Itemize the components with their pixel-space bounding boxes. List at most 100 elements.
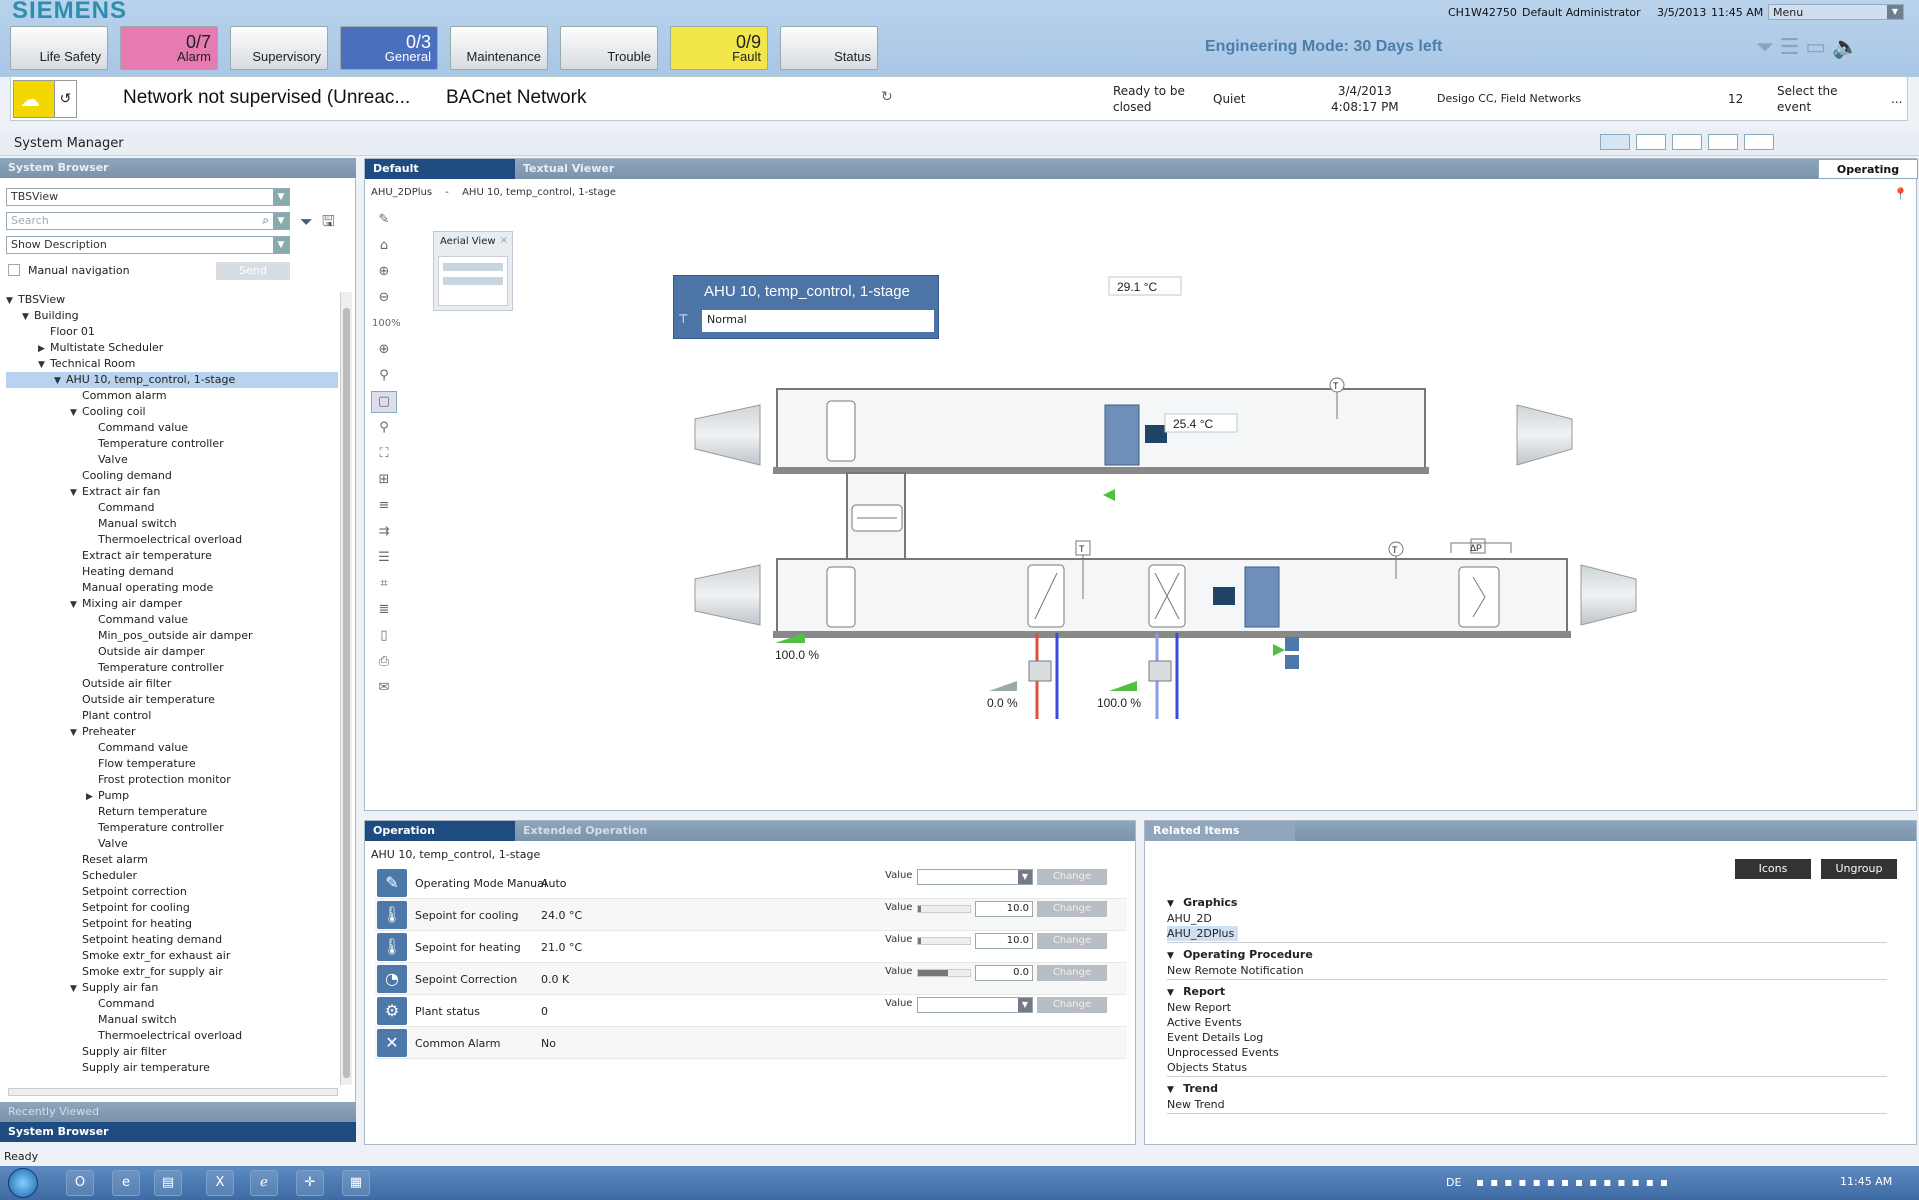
expanded-icon[interactable]: ▼ [1167,899,1177,909]
network-app-icon[interactable]: ✛ [296,1170,324,1196]
filter-icon[interactable]: ⏷ [300,212,313,232]
tray-icon[interactable]: ▪ [1589,1175,1603,1189]
layout-4-icon[interactable] [1708,134,1738,150]
tree-node[interactable]: Supply air filter [6,1044,338,1060]
tree-node[interactable]: ▼ Extract air fan [6,484,338,500]
heating-valve[interactable] [1028,660,1052,682]
tray-icon[interactable]: ▪ [1646,1175,1660,1189]
tree-node[interactable]: Plant control [6,708,338,724]
tree-node[interactable]: Common alarm [6,388,338,404]
value-select[interactable]: ▼ [917,869,1033,885]
manual-navigation-checkbox[interactable] [8,264,20,276]
tree-node[interactable]: Temperature controller [6,820,338,836]
value-slider-thumb[interactable] [918,970,948,976]
tree-node[interactable]: Extract air temperature [6,548,338,564]
category-button[interactable]: Supervisory [230,26,328,70]
tree-node[interactable]: Reset alarm [6,852,338,868]
description-select[interactable]: Show Description ▼ [6,236,290,254]
tree-node[interactable]: Command [6,500,338,516]
tree-node[interactable]: Outside air temperature [6,692,338,708]
related-item[interactable]: AHU_2D [1167,911,1907,926]
event-more-button[interactable]: ... [1891,91,1902,107]
excel-icon[interactable]: X [206,1170,234,1196]
tree-node[interactable]: Flow temperature [6,756,338,772]
category-button[interactable]: 0/7 Alarm [120,26,218,70]
outlook-icon[interactable]: O [66,1170,94,1196]
tree-node[interactable]: Valve [6,452,338,468]
tree-node[interactable]: Heating demand [6,564,338,580]
expanded-icon[interactable]: ▼ [70,597,82,613]
event-category-icon[interactable]: ☁ ↺ [13,80,77,118]
change-button[interactable]: Change [1037,997,1107,1013]
layout-3-icon[interactable] [1672,134,1702,150]
expanded-icon[interactable]: ▼ [70,485,82,501]
related-group-header[interactable]: ▼ Trend [1167,1081,1907,1097]
value-input[interactable]: 10.0 [975,933,1033,949]
supply-air-filter[interactable] [1458,566,1500,628]
value-slider[interactable] [917,937,971,945]
explorer-icon[interactable]: ▤ [154,1170,182,1196]
expanded-icon[interactable]: ▼ [70,725,82,741]
ungroup-button[interactable]: Ungroup [1821,859,1897,879]
change-button[interactable]: Change [1037,869,1107,885]
tray-icon[interactable]: ▪ [1603,1175,1617,1189]
tree-node[interactable]: Frost protection monitor [6,772,338,788]
related-item[interactable]: Objects Status [1167,1060,1907,1075]
browser-icon[interactable]: e [112,1170,140,1196]
related-group-header[interactable]: ▼ Operating Procedure [1167,947,1907,963]
change-button[interactable]: Change [1037,933,1107,949]
tree-node[interactable]: ▶ Multistate Scheduler [6,340,338,356]
tree-node[interactable]: Command value [6,612,338,628]
layout-2-icon[interactable] [1636,134,1666,150]
value-slider[interactable] [917,905,971,913]
start-button[interactable] [8,1168,38,1198]
fan-edit-icon[interactable] [1285,655,1299,669]
list-icon[interactable]: ☰ [1780,35,1806,60]
tree-node[interactable]: Cooling demand [6,468,338,484]
tree-node[interactable]: Manual switch [6,516,338,532]
tree-node[interactable]: Temperature controller [6,436,338,452]
related-item[interactable]: Active Events [1167,1015,1907,1030]
category-button[interactable]: 0/9 Fault [670,26,768,70]
tree-node[interactable]: Manual switch [6,1012,338,1028]
close-icon[interactable]: ✕ [377,1029,407,1057]
tray-icon[interactable]: ▪ [1533,1175,1547,1189]
tray-icon[interactable]: ▪ [1660,1175,1674,1189]
tree-node[interactable]: ▼ AHU 10, temp_control, 1-stage [6,372,338,388]
tray-icon[interactable]: ▪ [1575,1175,1589,1189]
expanded-icon[interactable]: ▼ [1167,988,1177,998]
tray-icon[interactable]: ▪ [1490,1175,1504,1189]
desigo-app-icon[interactable]: ▦ [342,1170,370,1196]
language-indicator[interactable]: DE [1446,1176,1461,1189]
tree-node[interactable]: Command [6,996,338,1012]
category-button[interactable]: Trouble [560,26,658,70]
tree-node[interactable]: Setpoint for heating [6,916,338,932]
tree-node[interactable]: Command value [6,740,338,756]
category-button[interactable]: 0/3 General [340,26,438,70]
layout-5-icon[interactable] [1744,134,1774,150]
tray-icon[interactable]: ▪ [1632,1175,1646,1189]
value-slider-thumb[interactable] [918,906,921,912]
related-item[interactable]: New Report [1167,1000,1907,1015]
expanded-icon[interactable]: ▼ [70,981,82,997]
expanded-icon[interactable]: ▼ [1167,1085,1177,1095]
thermometer-icon[interactable]: 🌡 [377,901,407,929]
exhaust-air-damper[interactable] [826,400,856,462]
save-icon[interactable]: 🖫 [322,211,335,236]
tray-icon[interactable]: ▪ [1504,1175,1518,1189]
value-slider[interactable] [917,969,971,977]
related-group-header[interactable]: ▼ Graphics [1167,895,1907,911]
tray-icon[interactable]: ▪ [1617,1175,1631,1189]
filter-icon[interactable]: ⏷ [1756,35,1780,60]
related-item[interactable]: AHU_2DPlus [1167,926,1239,941]
internet-explorer-icon[interactable]: ℯ [250,1170,278,1196]
speaker-icon[interactable]: 🔈 [1832,35,1865,60]
value-input[interactable]: 10.0 [975,901,1033,917]
tree-node[interactable]: Scheduler [6,868,338,884]
tree-node[interactable]: ▼ TBSView [6,292,338,308]
tab-extended-operation[interactable]: Extended Operation [515,821,665,841]
expanded-icon[interactable]: ▼ [38,357,50,373]
fan-clock-icon[interactable] [1285,637,1299,651]
search-input[interactable]: Search ⌕ ▼ [6,212,290,230]
tree-node[interactable]: Smoke extr_for supply air [6,964,338,980]
